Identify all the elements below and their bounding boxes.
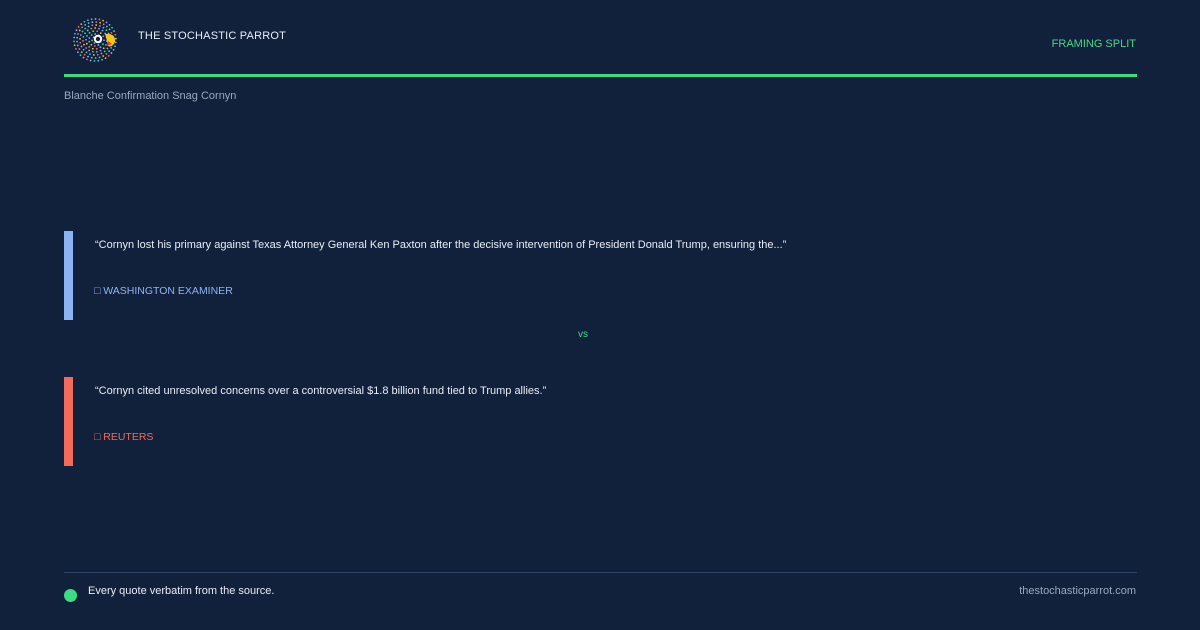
quote-source: □ REUTERS: [94, 431, 154, 443]
framing-split-tag: FRAMING SPLIT: [1051, 38, 1136, 50]
quote-text: “Cornyn cited unresolved concerns over a…: [95, 385, 547, 397]
brand-name: THE STOCHASTIC PARROT: [138, 30, 287, 42]
footer-note: Every quote verbatim from the source.: [88, 585, 275, 597]
quote-block-washington-examiner: “Cornyn lost his primary against Texas A…: [64, 231, 1137, 320]
quote-accent-bar: [64, 377, 73, 466]
status-dot-icon: [64, 589, 77, 602]
footer-site-link[interactable]: thestochasticparrot.com: [1019, 585, 1136, 597]
quote-block-reuters: “Cornyn cited unresolved concerns over a…: [64, 377, 1137, 466]
footer-divider: [64, 572, 1137, 573]
parrot-logo-icon: [73, 18, 117, 62]
header-divider: [64, 74, 1137, 77]
story-headline: Blanche Confirmation Snag Cornyn: [64, 90, 237, 102]
versus-label: vs: [578, 329, 588, 340]
quote-accent-bar: [64, 231, 73, 320]
quote-text: “Cornyn lost his primary against Texas A…: [95, 239, 787, 251]
quote-source: □ WASHINGTON EXAMINER: [94, 285, 233, 297]
